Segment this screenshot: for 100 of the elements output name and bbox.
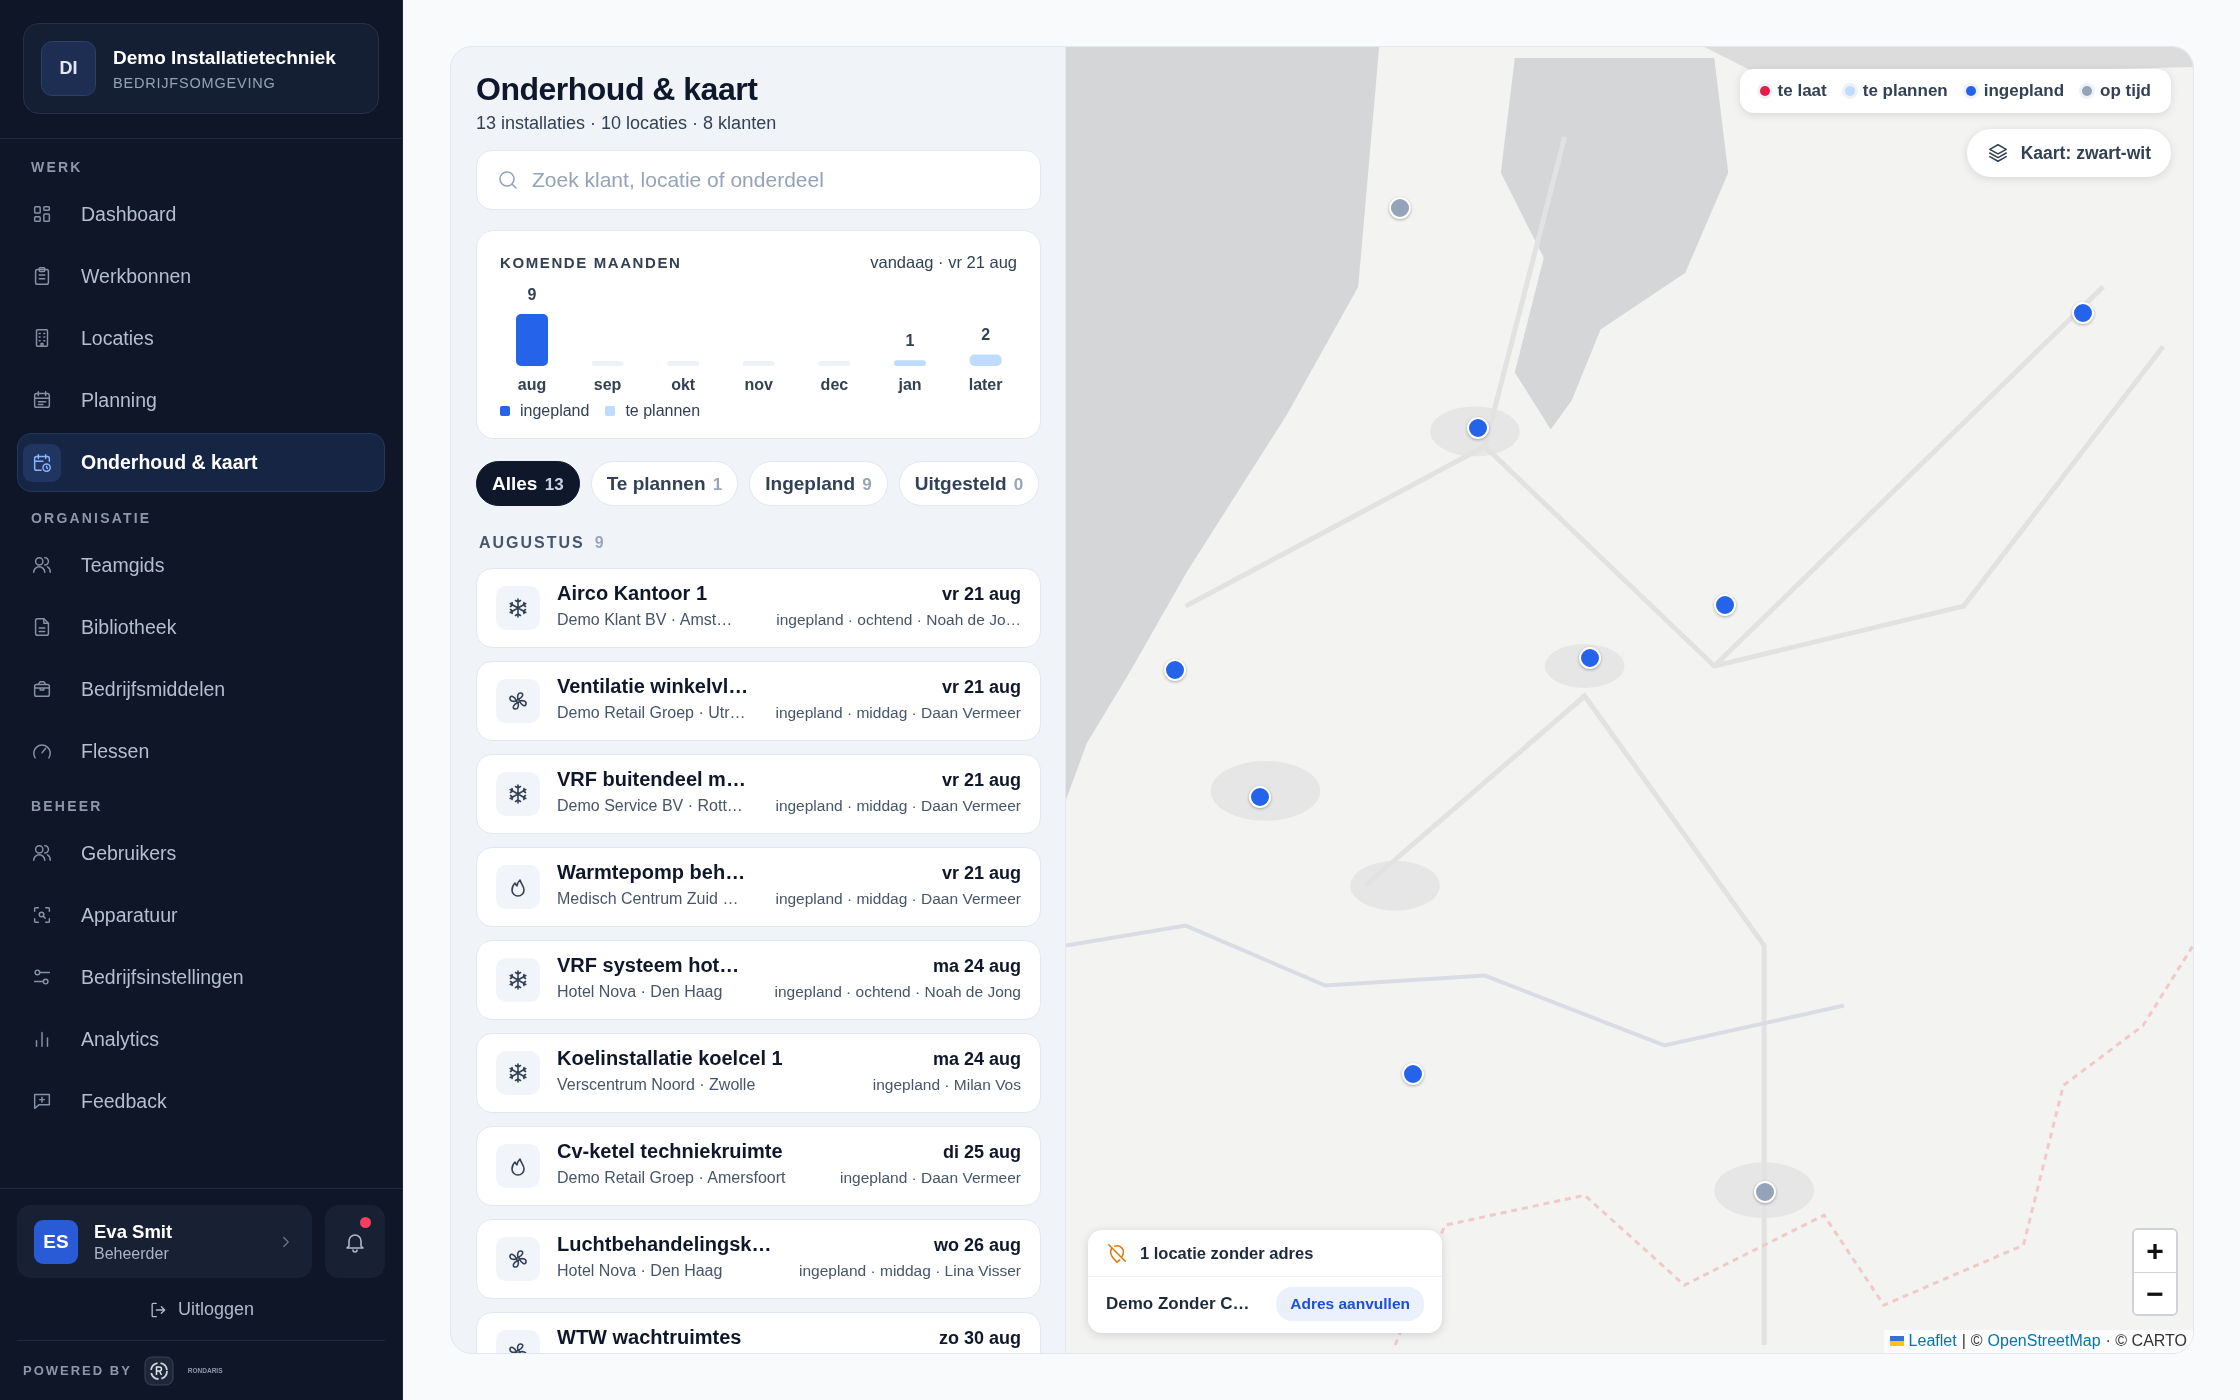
customer-location: Demo Retail Groep · Amersfoort <box>557 1168 786 1188</box>
user-name: Eva Smit <box>94 1220 174 1243</box>
due-date: vr 21 aug <box>941 677 1021 697</box>
calendar-clock-icon <box>31 451 53 474</box>
schedule-details: ingepland · middag · Lina Visser <box>799 1261 1021 1281</box>
nav-item[interactable]: Planning <box>17 371 385 429</box>
installation-name: Airco Kantoor 1 <box>557 583 708 603</box>
due-date: ma 24 aug <box>932 956 1021 976</box>
schedule-details: ingepland · Milan Vos <box>872 1075 1021 1095</box>
installation-name: Ventilatie winkelvl… <box>557 676 749 696</box>
logout-link[interactable]: Uitloggen <box>147 1278 255 1340</box>
attribution-text: | <box>1961 1332 1966 1350</box>
calendar-icon <box>31 389 53 411</box>
maintenance-card[interactable]: Warmtepomp beh… vr 21 aug Medisch Centrum Zuid … ingepland · middag · Daan Vermeer <box>476 847 1041 927</box>
snowflake-icon <box>506 1061 530 1085</box>
user-card[interactable]: ES Eva Smit Beheerder <box>17 1205 312 1278</box>
maintenance-card[interactable]: Cv-ketel techniekruimte di 25 aug Demo Retail Groep · Amersfoort ingepland · Daan Vermeer <box>476 1126 1041 1206</box>
card-heading: KOMENDE MAANDEN <box>500 254 682 271</box>
due-date: di 25 aug <box>942 1142 1021 1162</box>
nav-item[interactable]: Werkbonnen <box>17 247 385 305</box>
month-label: nov <box>744 376 774 393</box>
search-icon <box>496 168 520 192</box>
nav-item[interactable]: Flessen <box>17 722 385 780</box>
location-name: Demo Zonder C… <box>1106 1294 1250 1314</box>
group-heading: AUGUSTUS <box>479 534 585 552</box>
powered-by-label: POWERED BY <box>23 1363 132 1378</box>
month-label: okt <box>671 376 696 393</box>
attribution-link[interactable]: OpenStreetMap <box>1987 1332 2101 1350</box>
nav-item[interactable]: Onderhoud & kaart <box>17 433 385 492</box>
snowflake-icon <box>506 596 530 620</box>
maintenance-card[interactable]: Airco Kantoor 1 vr 21 aug Demo Klant BV · Amst… ingepland · ochtend · Noah de Jo… <box>476 568 1041 648</box>
schedule-details: ingepland · middag · Daan Vermeer <box>775 889 1021 909</box>
nav-item[interactable]: Dashboard <box>17 185 385 243</box>
bar <box>969 354 1002 366</box>
zoom-out-button[interactable]: − <box>2134 1272 2176 1314</box>
group-count: 9 <box>594 534 606 552</box>
fan-icon <box>506 1247 530 1271</box>
add-address-button[interactable]: Adres aanvullen <box>1276 1287 1424 1321</box>
schedule-details: ingepland · middag · Daan Vermeer <box>775 796 1021 816</box>
maintenance-card[interactable]: VRF buitendeel m… vr 21 aug Demo Service BV · Rott… ingepland · middag · Daan Vermeer <box>476 754 1041 834</box>
company-name: Demo Installatietechniek <box>113 46 336 69</box>
notifications-button[interactable] <box>325 1205 385 1278</box>
customer-location: Demo Service BV · Rott… <box>557 796 743 816</box>
filter-chip[interactable]: Alles 13 <box>476 461 580 506</box>
filter-chip[interactable]: Te plannen 1 <box>590 461 739 506</box>
scan-icon <box>31 904 53 926</box>
maintenance-card[interactable]: Ventilatie winkelvl… vr 21 aug Demo Retail Groep · Utr… ingepland · middag · Daan Vermeer <box>476 661 1041 741</box>
value-label: 2 <box>981 326 991 344</box>
attribution-link[interactable]: Leaflet <box>1908 1332 1957 1350</box>
maintenance-card[interactable]: Koelinstallatie koelcel 1 ma 24 aug Verscentrum Noord · Zwolle ingepland · Milan Vos <box>476 1033 1041 1113</box>
flag-icon <box>1889 1336 1904 1346</box>
legend-label: te laat <box>1777 81 1827 101</box>
nav-item[interactable]: Apparatuur <box>17 886 385 944</box>
month-label: later <box>968 376 1003 393</box>
value-label: 1 <box>905 332 915 350</box>
users-icon <box>31 554 53 576</box>
due-date: vr 21 aug <box>941 584 1021 604</box>
legend-label: op tijd <box>2100 81 2151 101</box>
nav-item[interactable]: Bedrijfsinstellingen <box>17 948 385 1006</box>
installation-name: VRF buitendeel m… <box>557 769 746 789</box>
legend-label: ingepland <box>1983 81 2064 101</box>
maintenance-card[interactable]: VRF systeem hot… ma 24 aug Hotel Nova · Den Haag ingepland · ochtend · Noah de Jong <box>476 940 1041 1020</box>
installation-name: Luchtbehandelingsk… <box>557 1234 772 1254</box>
maintenance-card[interactable]: Luchtbehandelingsk… wo 26 aug Hotel Nova · Den Haag ingepland · middag · Lina Visser <box>476 1219 1041 1299</box>
dashboard-icon <box>31 203 53 225</box>
installation-name: Cv-ketel techniekruimte <box>557 1141 783 1161</box>
attribution-text: · © CARTO <box>2105 1332 2187 1350</box>
nav-item[interactable]: Gebruikers <box>17 824 385 882</box>
nav-item[interactable]: Locaties <box>17 309 385 367</box>
section-heading: ORGANISATIE <box>30 509 153 528</box>
due-date: vr 21 aug <box>941 770 1021 790</box>
filter-chip[interactable]: Ingepland 9 <box>749 461 888 506</box>
customer-location: Hotel Nova · Den Haag <box>557 1261 723 1281</box>
card-heading: 1 locatie zonder adres <box>1140 1243 1314 1263</box>
snowflake-icon <box>506 782 530 806</box>
map-style-button[interactable]: Kaart: zwart-wit <box>1966 129 2171 177</box>
bar <box>894 360 926 366</box>
filter-chip[interactable]: Uitgesteld 0 <box>898 461 1040 506</box>
installation-name: VRF systeem hot… <box>557 955 740 975</box>
pin-off-icon <box>1106 1242 1128 1264</box>
search-field[interactable]: Zoek klant, locatie of onderdeel <box>476 150 1041 210</box>
nav-item[interactable]: Feedback <box>17 1072 385 1130</box>
month-label: sep <box>593 376 622 393</box>
due-date: ma 24 aug <box>932 1049 1021 1069</box>
nav-item[interactable]: Teamgids <box>17 536 385 594</box>
legend-label: ingepland <box>520 402 590 420</box>
attribution-text: © <box>1970 1332 1983 1350</box>
schedule-details: ingepland · Daan Vermeer <box>840 1168 1021 1188</box>
nav-item[interactable]: Bibliotheek <box>17 598 385 656</box>
due-date: zo 30 aug <box>938 1328 1021 1348</box>
due-date: wo 26 aug <box>933 1235 1021 1255</box>
layers-icon <box>1986 142 2009 164</box>
today-label: vandaag · vr 21 aug <box>870 253 1017 272</box>
nav-item[interactable]: Analytics <box>17 1010 385 1068</box>
maintenance-card[interactable]: WTW wachtruimtes zo 30 aug <box>476 1312 1041 1353</box>
section-heading: WERK <box>30 158 84 177</box>
page-title: Onderhoud & kaart <box>476 70 759 109</box>
nav-item[interactable]: Bedrijfsmiddelen <box>17 660 385 718</box>
user-avatar: ES <box>34 1219 78 1264</box>
page-summary: 13 installaties · 10 locaties · 8 klanten <box>476 113 778 134</box>
